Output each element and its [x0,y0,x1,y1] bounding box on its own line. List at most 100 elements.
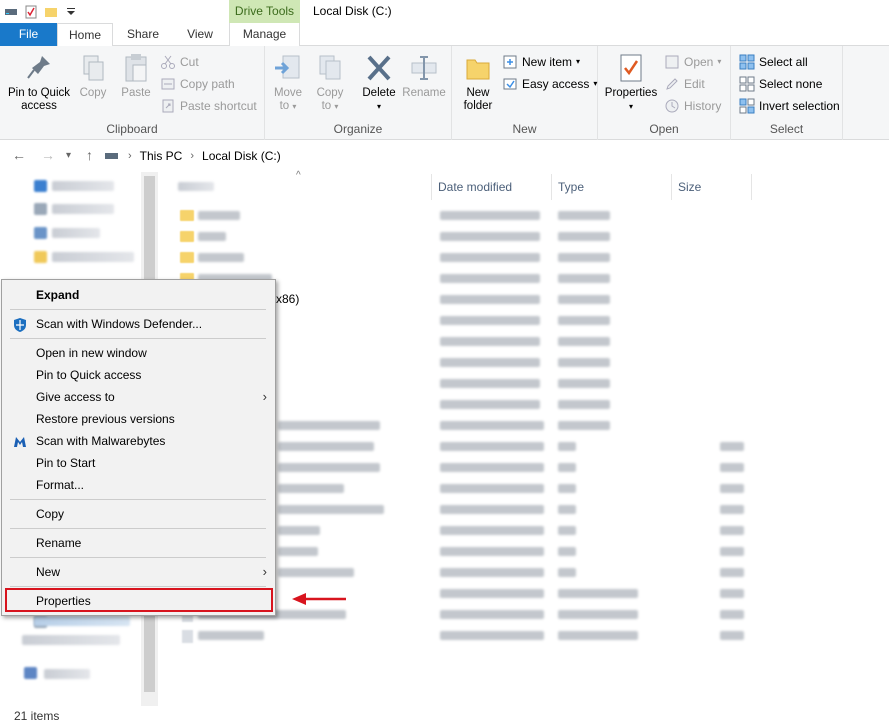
menu-item-open-new-window[interactable]: Open in new window [4,342,273,364]
size-cell [720,589,744,598]
paste-icon [125,54,147,82]
menu-item-scan-malwarebytes[interactable]: Scan with Malwarebytes [4,430,273,452]
date-cell [440,631,544,640]
tab-manage[interactable]: Manage [229,23,300,47]
menu-item-give-access[interactable]: Give access to › [4,386,273,408]
windows-defender-shield-icon [14,318,26,332]
tab-home[interactable]: Home [57,23,113,47]
list-item[interactable] [278,484,344,493]
list-item[interactable] [278,505,384,514]
delete-button[interactable]: Delete ▾ [359,50,399,113]
up-arrow-icon[interactable]: ↑ [86,147,93,163]
copy-to-button[interactable]: Copy to ▾ [311,50,349,113]
list-item[interactable] [278,421,380,430]
clipboard-group-label: Clipboard [106,122,158,136]
menu-item-scan-defender[interactable]: Scan with Windows Defender... [4,313,273,335]
menu-item-restore-versions[interactable]: Restore previous versions [4,408,273,430]
menu-item-new[interactable]: New › [4,561,273,583]
tab-file[interactable]: File [0,23,57,46]
nav-item-selected[interactable] [34,616,130,626]
list-item[interactable] [198,631,264,640]
tab-share[interactable]: Share [118,23,168,46]
menu-item-pin-start[interactable]: Pin to Start [4,452,273,474]
date-cell [440,526,544,535]
select-all-button[interactable]: Select all [739,52,808,72]
copy-path-button[interactable]: Copy path [160,74,235,94]
list-item[interactable] [278,442,374,451]
new-item-button[interactable]: New item ▾ [502,52,580,72]
date-cell [440,358,540,367]
back-arrow-icon[interactable]: ← [12,147,26,163]
easy-access-button[interactable]: Easy access ▾ [502,74,597,94]
paste-shortcut-icon [162,99,174,113]
edit-button[interactable]: Edit [664,74,705,94]
ribbon: Pin to Quick access Copy Paste Cut Copy … [0,46,889,140]
breadcrumb-local-disk[interactable]: Local Disk (C:) [202,149,281,163]
menu-item-format[interactable]: Format... [4,474,273,496]
context-menu: Expand Scan with Windows Defender... Ope… [1,279,276,616]
address-box[interactable]: › This PC › Local Disk (C:) [104,146,889,166]
menu-separator [10,557,266,558]
history-button[interactable]: History [664,96,721,116]
date-cell [440,295,540,304]
nav-item[interactable] [52,228,100,238]
select-none-button[interactable]: Select none [739,74,822,94]
nav-item[interactable] [22,635,120,645]
paste-shortcut-button[interactable]: Paste shortcut [160,96,257,116]
menu-item-expand[interactable]: Expand [4,284,273,306]
delete-dropdown-icon: ▾ [376,102,381,111]
nav-item[interactable] [44,669,90,679]
list-item[interactable] [198,232,226,241]
rename-button[interactable]: Rename [401,50,447,100]
list-item[interactable] [278,568,354,577]
title-bar: Drive Tools Local Disk (C:) [0,0,889,23]
copy-path-icon [161,78,175,90]
list-item[interactable] [198,253,244,262]
new-folder-button[interactable]: New folder [458,50,498,113]
breadcrumb-this-pc[interactable]: This PC [140,149,183,163]
list-item[interactable] [278,547,318,556]
copy-to-icon [319,55,341,80]
customize-qat-icon[interactable] [64,5,78,19]
move-to-button[interactable]: Move to ▾ [269,50,307,113]
size-cell [720,505,744,514]
easy-access-dropdown-icon: ▾ [593,79,598,88]
properties-button[interactable]: Properties ▾ [604,50,658,113]
list-item[interactable] [198,211,240,220]
list-item[interactable] [278,526,320,535]
type-cell [558,400,610,409]
date-cell [440,274,540,283]
size-cell [720,631,744,640]
menu-item-pin-quick-access[interactable]: Pin to Quick access [4,364,273,386]
folder-icon [180,231,194,242]
cut-button[interactable]: Cut [160,52,199,72]
column-name-header[interactable] [174,174,432,200]
column-size-header[interactable]: Size [674,174,752,200]
date-cell [440,463,544,472]
copy-button[interactable]: Copy [76,50,110,100]
new-group: New folder New item ▾ Easy access ▾ New [452,46,598,140]
properties-checkmark-icon[interactable] [24,5,38,19]
list-item[interactable] [278,463,380,472]
nav-item[interactable] [52,181,114,191]
open-button[interactable]: Open ▾ [664,52,721,72]
nav-item[interactable] [52,204,114,214]
pin-quick-access-button[interactable]: Pin to Quick access [4,50,74,113]
column-type-header[interactable]: Type [554,174,672,200]
paste-button[interactable]: Paste [118,50,154,100]
new-item-icon [503,55,517,69]
menu-item-rename[interactable]: Rename [4,532,273,554]
tab-view[interactable]: View [178,23,222,46]
nav-item-icon [34,227,47,239]
menu-item-copy[interactable]: Copy [4,503,273,525]
new-folder-icon[interactable] [44,5,58,19]
clipboard-group: Pin to Quick access Copy Paste Cut Copy … [0,46,265,140]
nav-item[interactable] [52,252,134,262]
scissors-icon [161,55,175,69]
menu-separator [10,528,266,529]
column-date-modified-header[interactable]: Date modified [434,174,552,200]
recent-locations-chevron-icon[interactable]: ▾ [66,150,71,161]
invert-selection-button[interactable]: Invert selection [739,96,840,116]
type-cell [558,358,610,367]
forward-arrow-icon[interactable]: → [41,147,55,163]
